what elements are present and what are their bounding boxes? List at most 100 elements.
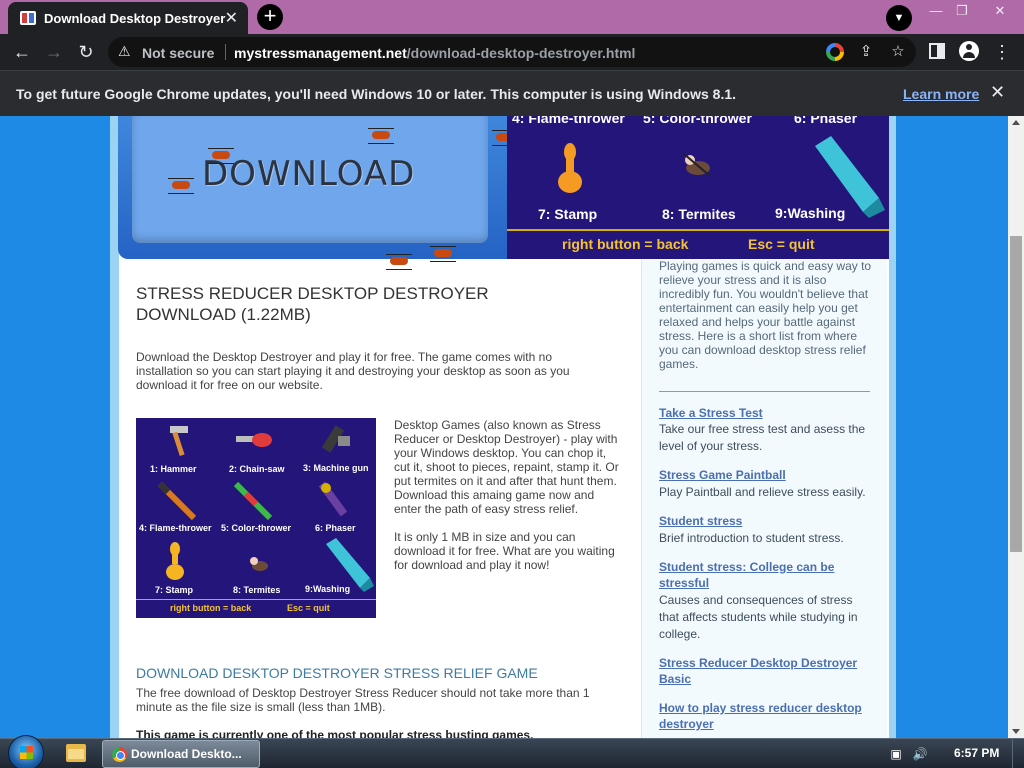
phaser-icon: [318, 481, 348, 517]
chainsaw-icon: [236, 433, 272, 447]
new-tab-button[interactable]: +: [257, 4, 283, 30]
sidebar-link-desc: Causes and consequences of stress that a…: [659, 593, 858, 641]
scroll-down-arrow-icon[interactable]: [1012, 729, 1020, 734]
termites-icon: [683, 153, 711, 177]
ant-icon: [386, 254, 412, 270]
tool-label: 7: Stamp: [538, 206, 598, 222]
tool-label: 8: Termites: [233, 585, 281, 595]
url-path: /download-desktop-destroyer.html: [406, 45, 636, 61]
tool-label: 4: Flame-thrower: [139, 523, 212, 533]
ant-icon: [430, 246, 456, 262]
sidebar-link-destroyer-basic[interactable]: Stress Reducer Desktop Destroyer Basic: [659, 655, 873, 687]
side-panel-icon[interactable]: [929, 43, 945, 59]
tab-close-icon[interactable]: ✕: [225, 8, 238, 28]
download-paragraph: The free download of Desktop Destroyer S…: [136, 686, 590, 714]
hammer-icon: [170, 426, 188, 457]
show-desktop-button[interactable]: [1012, 739, 1024, 768]
tool-label: 6: Phaser: [794, 116, 858, 126]
page-viewport: DOWNLOAD 4: Flame-thrower 5: Color-throw…: [0, 116, 1008, 738]
google-lens-icon[interactable]: [826, 43, 844, 61]
section-heading: DOWNLOAD DESKTOP DESTROYER STRESS RELIEF…: [136, 665, 538, 681]
sidebar-link-desc: Take our free stress test and asess the …: [659, 422, 866, 453]
tool-label: 5: Color-thrower: [221, 523, 292, 533]
address-bar[interactable]: ⚠ Not secure mystressmanagement.net/down…: [108, 37, 916, 67]
windows-taskbar: Download Deskto... ▣ 🔊 6:57 PM: [0, 735, 1024, 768]
tool-label: 6: Phaser: [315, 523, 356, 533]
tool-label: 4: Flame-thrower: [512, 116, 625, 126]
tool-label: 2: Chain-saw: [229, 464, 285, 474]
tool-label: 9:Washing: [775, 205, 846, 221]
color-thrower-icon: [233, 481, 273, 521]
sidebar-link-stress-test[interactable]: Take a Stress Test: [659, 405, 873, 421]
browser-toolbar: ← → ↻ ⚠ Not secure mystressmanagement.ne…: [0, 34, 1024, 70]
flame-thrower-icon: [157, 481, 197, 521]
page-title: STRESS REDUCER DESKTOP DESTROYER DOWNLOA…: [136, 284, 489, 324]
scroll-up-arrow-icon[interactable]: [1012, 120, 1020, 125]
sidebar-divider: [659, 391, 870, 392]
stamp-icon: [558, 143, 582, 193]
tool-label: 7: Stamp: [155, 585, 194, 595]
ant-icon: [368, 128, 394, 144]
tab-search-icon[interactable]: ▼: [886, 5, 912, 31]
right-button-key-label: right button = back: [170, 603, 252, 613]
tool-label: 9:Washing: [305, 584, 351, 594]
tool-label: 8: Termites: [662, 206, 736, 222]
forward-icon[interactable]: →: [42, 40, 66, 64]
tool-label: 3: Machine gun: [303, 463, 369, 473]
chrome-icon: [112, 747, 127, 762]
infobar-message: To get future Google Chrome updates, you…: [16, 86, 737, 102]
sidebar-link-paintball[interactable]: Stress Game Paintball: [659, 467, 873, 483]
termites-icon: [250, 557, 268, 571]
url-text[interactable]: mystressmanagement.net/download-desktop-…: [234, 45, 635, 61]
ant-icon: [208, 148, 234, 164]
game-screenshot[interactable]: 1: Hammer 2: Chain-saw 3: Machine gun 4:…: [136, 418, 376, 618]
menu-kebab-icon[interactable]: ⋮: [990, 40, 1014, 64]
update-infobar: To get future Google Chrome updates, you…: [0, 70, 1024, 116]
taskbar-chrome-label: Download Deskto...: [131, 747, 242, 761]
bookmark-star-icon[interactable]: ☆: [888, 42, 908, 62]
infobar-close-icon[interactable]: ✕: [990, 82, 1005, 103]
file-explorer-icon[interactable]: [66, 744, 86, 762]
machine-gun-icon: [322, 425, 350, 453]
restore-icon[interactable]: ❐: [948, 2, 976, 24]
sidebar-link-student-stress[interactable]: Student stress: [659, 513, 873, 529]
size-paragraph: It is only 1 MB in size and you can down…: [394, 530, 615, 572]
reload-icon[interactable]: ↻: [74, 40, 98, 64]
stamp-icon: [166, 542, 184, 580]
window-close-icon[interactable]: ✕: [986, 2, 1014, 24]
learn-more-link[interactable]: Learn more: [903, 86, 979, 102]
image-divider: [136, 599, 376, 600]
tool-label: 1: Hammer: [150, 464, 197, 474]
esc-key-label: Esc = quit: [748, 236, 815, 252]
ant-icon: [168, 178, 194, 194]
sidebar-link-desc: Play Paintball and relieve stress easily…: [659, 485, 866, 499]
sidebar-link-desc: Brief introduction to student stress.: [659, 531, 844, 545]
intro-paragraph: Download the Desktop Destroyer and play …: [136, 350, 570, 392]
network-icon[interactable]: ▣: [888, 746, 904, 762]
taskbar-chrome-button[interactable]: Download Deskto...: [102, 740, 260, 768]
tool-label: 5: Color-thrower: [643, 116, 752, 126]
divider: [225, 44, 226, 60]
tab-title: Download Desktop Destroyer: [44, 11, 226, 26]
taskbar-clock[interactable]: 6:57 PM: [954, 746, 999, 760]
scroll-thumb[interactable]: [1010, 236, 1022, 552]
security-label[interactable]: Not secure: [142, 45, 214, 61]
sidebar: Playing games is quick and easy way to r…: [641, 259, 887, 738]
back-icon[interactable]: ←: [10, 40, 34, 64]
volume-icon[interactable]: 🔊: [912, 746, 928, 762]
warning-icon[interactable]: ⚠: [118, 43, 131, 60]
profile-avatar-icon[interactable]: [959, 41, 979, 61]
sidebar-link-how-to-play[interactable]: How to play stress reducer desktop destr…: [659, 700, 873, 732]
active-tab[interactable]: Download Desktop Destroyer ✕: [8, 2, 248, 34]
banner-divider: [507, 229, 889, 231]
esc-key-label: Esc = quit: [287, 603, 330, 613]
page-scrollbar[interactable]: [1008, 116, 1024, 738]
share-icon[interactable]: ⇪: [856, 42, 876, 62]
sidebar-link-college-stress[interactable]: Student stress: College can be stressful: [659, 559, 873, 591]
sidebar-intro: Playing games is quick and easy way to r…: [659, 259, 872, 371]
minimize-icon[interactable]: —: [922, 2, 950, 24]
start-button[interactable]: [8, 735, 44, 768]
description-paragraph: Desktop Games (also known as Stress Redu…: [394, 418, 619, 516]
tools-banner: 4: Flame-thrower 5: Color-thrower 6: Pha…: [507, 116, 889, 259]
popular-paragraph: This game is currently one of the most p…: [136, 728, 534, 738]
